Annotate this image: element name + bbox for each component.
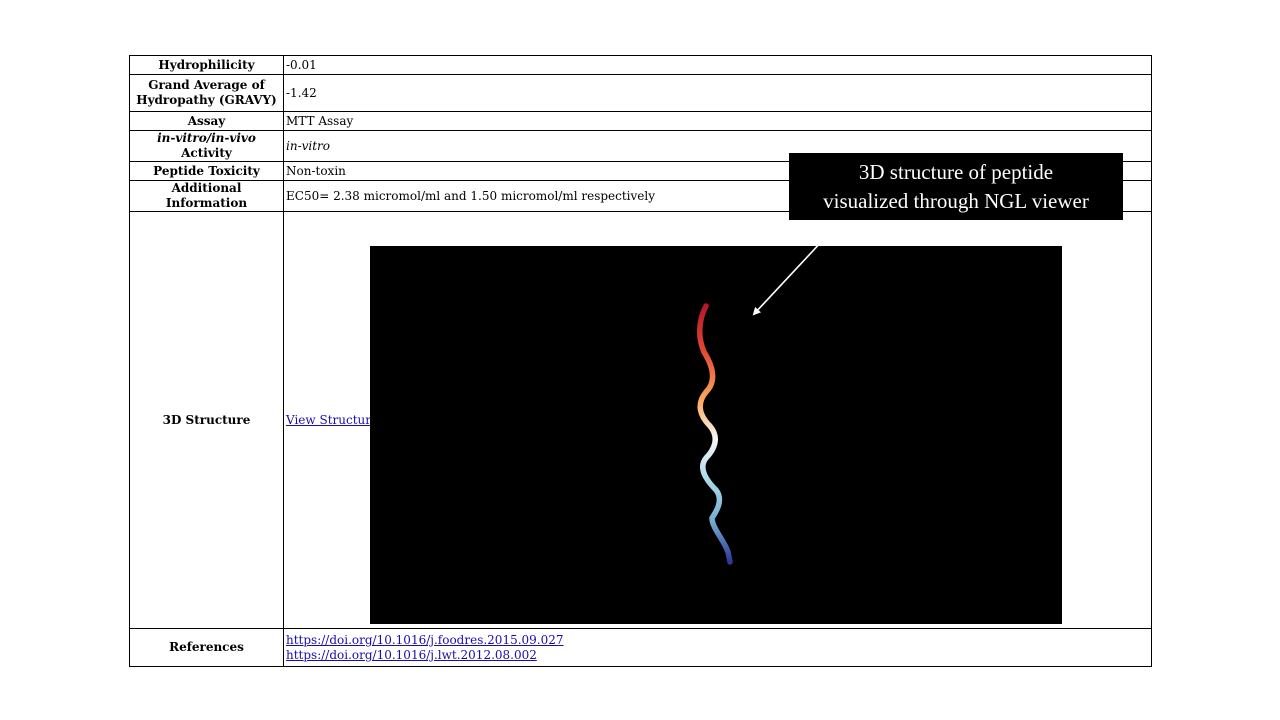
reference-link-2[interactable]: https://doi.org/10.1016/j.lwt.2012.08.00… <box>286 648 537 662</box>
peptide-structure-render <box>697 303 733 565</box>
callout-line-2: visualized through NGL viewer <box>823 189 1089 213</box>
annotation-callout: 3D structure of peptide visualized throu… <box>789 153 1123 220</box>
value-gravy: -1.42 <box>283 74 1152 112</box>
row-references: References https://doi.org/10.1016/j.foo… <box>129 628 1152 667</box>
ngl-viewer-canvas[interactable] <box>370 246 1062 624</box>
label-activity: in-vitro/in-vivo Activity <box>129 130 284 162</box>
peptide-backbone-tube <box>697 303 733 565</box>
label-activity-italic: in-vitro/in-vivo <box>157 131 256 145</box>
references-cell: https://doi.org/10.1016/j.foodres.2015.0… <box>283 628 1152 667</box>
value-assay: MTT Assay <box>283 111 1152 131</box>
label-3d-structure: 3D Structure <box>129 211 284 629</box>
label-activity-rest: Activity <box>181 146 232 160</box>
row-3d-structure: 3D Structure View Structure <box>129 211 1152 629</box>
row-assay: Assay MTT Assay <box>129 111 1152 131</box>
label-gravy-line2: Hydropathy (GRAVY) <box>136 93 277 107</box>
row-hydrophilicity: Hydrophilicity -0.01 <box>129 55 1152 75</box>
label-assay: Assay <box>129 111 284 131</box>
label-toxicity: Peptide Toxicity <box>129 161 284 181</box>
label-references: References <box>129 628 284 667</box>
reference-link-1[interactable]: https://doi.org/10.1016/j.foodres.2015.0… <box>286 633 564 647</box>
label-gravy: Grand Average of Hydropathy (GRAVY) <box>129 74 284 112</box>
callout-line-1: 3D structure of peptide <box>858 160 1054 184</box>
value-hydrophilicity: -0.01 <box>283 55 1152 75</box>
structure-cell: View Structure <box>283 211 1152 629</box>
row-gravy: Grand Average of Hydropathy (GRAVY) -1.4… <box>129 74 1152 112</box>
view-structure-link[interactable]: View Structure <box>286 413 378 427</box>
label-gravy-line1: Grand Average of <box>148 78 265 92</box>
label-additional-information: Additional Information <box>129 180 284 212</box>
peptide-info-table: Hydrophilicity -0.01 Grand Average of Hy… <box>129 55 1152 667</box>
label-hydrophilicity: Hydrophilicity <box>129 55 284 75</box>
